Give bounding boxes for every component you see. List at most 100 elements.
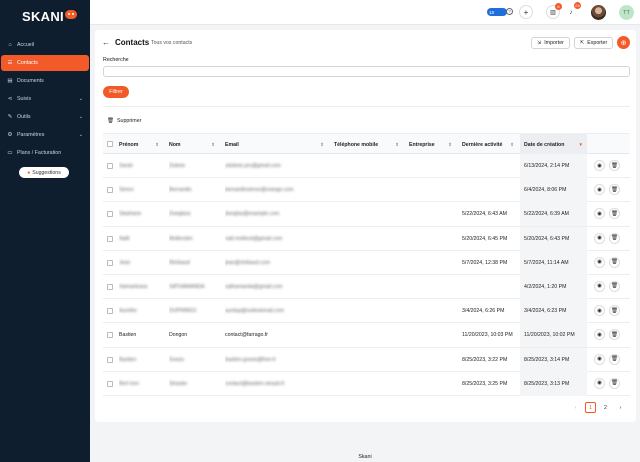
column-header-last-activity[interactable]: Dernière activité ⇕: [458, 134, 518, 155]
row-checkbox[interactable]: [107, 308, 113, 315]
view-eye-icon[interactable]: ◉: [594, 232, 605, 244]
delete-button[interactable]: 🗑 Supprimer: [107, 118, 141, 124]
filter-button[interactable]: Filtrer: [103, 86, 129, 98]
pagination-next-icon[interactable]: ›: [615, 402, 626, 413]
table-row[interactable]: Hamantrasa SATHAMANDA sathamanda@gmail.com…: [103, 274, 630, 300]
help-icon[interactable]: ?: [506, 8, 513, 15]
credits-pill[interactable]: 18 ?: [487, 8, 513, 16]
cell-mobile-phone: [334, 348, 407, 372]
import-button[interactable]: ⇲ Importer: [531, 37, 570, 49]
table-body: Sarah Dubois sdubois.pro@gmail.com 6/13/202…: [103, 154, 630, 396]
column-header-created-date[interactable]: Date de création ▼: [520, 134, 587, 155]
view-eye-icon[interactable]: ◉: [594, 280, 605, 292]
select-all-checkbox[interactable]: [107, 141, 113, 147]
notifications-button[interactable]: ♪ 24: [564, 2, 581, 19]
column-header-mobile-phone[interactable]: Téléphone mobile ⇕: [330, 134, 403, 155]
account-avatar[interactable]: TT: [619, 5, 634, 20]
row-checkbox[interactable]: [107, 187, 113, 194]
table-row[interactable]: Stephane Doeglass doeglas@example.com 5/22/…: [103, 202, 630, 227]
add-button[interactable]: +: [519, 5, 533, 19]
user-avatar[interactable]: [591, 5, 606, 20]
column-header-company[interactable]: Entreprise ⇕: [405, 134, 456, 155]
view-eye-icon[interactable]: ◉: [594, 353, 605, 365]
row-checkbox[interactable]: [107, 163, 113, 169]
tasks-button[interactable]: ▥ 6: [546, 3, 562, 19]
view-eye-icon[interactable]: ◉: [594, 184, 605, 196]
sidebar-item-paramètres[interactable]: ⚙ Paramètres ⌄: [1, 127, 89, 143]
column-header-first-name[interactable]: Prénom ⇕: [115, 134, 163, 155]
cell-last-activity: 5/22/2024, 6:43 AM: [462, 202, 522, 226]
cell-email: sdubois.pro@gmail.com: [225, 154, 332, 178]
table-row[interactable]: Sarah Dubois sdubois.pro@gmail.com 6/13/202…: [103, 154, 630, 179]
row-checkbox[interactable]: [107, 356, 113, 363]
view-eye-icon[interactable]: ◉: [594, 160, 605, 171]
pagination-page[interactable]: 2: [600, 402, 611, 413]
cell-value: aurdup@outlookmail.com: [225, 308, 284, 315]
delete-trash-icon[interactable]: 🗑: [609, 280, 620, 292]
sort-icon[interactable]: ⇕: [155, 142, 159, 148]
sort-icon[interactable]: ⇕: [320, 142, 324, 148]
column-header-label: Nom: [169, 141, 181, 148]
cell-last-activity: [462, 178, 522, 202]
delete-trash-icon[interactable]: 🗑: [609, 208, 620, 220]
column-header-email[interactable]: Email ⇕: [221, 134, 328, 155]
search-input[interactable]: [103, 66, 630, 77]
pagination-prev-icon[interactable]: ‹: [570, 402, 581, 413]
add-contact-button[interactable]: ⊕: [617, 36, 630, 49]
sidebar-item-suivis[interactable]: ⋖ Suivis ⌄: [1, 91, 89, 107]
delete-trash-icon[interactable]: 🗑: [609, 256, 620, 268]
contacts-table: Prénom ⇕ Nom ⇕ Email ⇕ Téléphone mobile ⇕ Entrep…: [103, 133, 630, 396]
view-eye-icon[interactable]: ◉: [594, 329, 605, 341]
view-eye-icon[interactable]: ◉: [594, 377, 605, 389]
delete-trash-icon[interactable]: 🗑: [609, 329, 620, 341]
sort-icon[interactable]: ⇕: [448, 142, 452, 148]
row-checkbox[interactable]: [107, 332, 113, 339]
view-eye-icon[interactable]: ◉: [594, 256, 605, 268]
cell-created-date: 8/25/2023, 3:13 PM: [520, 371, 587, 396]
row-checkbox[interactable]: [107, 235, 113, 242]
row-checkbox[interactable]: [107, 211, 113, 218]
table-row[interactable]: Bastien Gravis bastien.gravis@free.fr 8/25/…: [103, 347, 630, 372]
table-row[interactable]: Nallt Mollerstim natt.mollerst@gmail.com 5/…: [103, 226, 630, 251]
table-row[interactable]: Bastien Dongon contact@farrago.fr 11/20/202…: [103, 323, 630, 348]
cell-last-name: Doeglass: [169, 202, 223, 226]
row-checkbox[interactable]: [107, 380, 113, 387]
view-eye-icon[interactable]: ◉: [594, 208, 605, 220]
sidebar-item-plans-facturation[interactable]: ▭ Plans / Facturation: [1, 145, 89, 161]
delete-trash-icon[interactable]: 🗑: [609, 184, 620, 196]
brand-logo[interactable]: SKANI: [22, 9, 77, 24]
row-checkbox[interactable]: [107, 283, 113, 290]
sidebar-item-outils[interactable]: ✎ Outils ⌄: [1, 109, 89, 125]
table-row[interactable]: Aurelhe DUPRIREG aurdup@outlookmail.com 3/4…: [103, 299, 630, 324]
cell-email: doeglas@example.com: [225, 202, 332, 226]
delete-trash-icon[interactable]: 🗑: [609, 377, 620, 389]
cell-value: 4/2/2024, 1:20 PM: [524, 283, 567, 290]
cell-last-name: Mollerstim: [169, 227, 223, 251]
sort-icon[interactable]: ▼: [579, 142, 583, 147]
delete-trash-icon[interactable]: 🗑: [609, 160, 620, 171]
sidebar-item-label: Plans / Facturation: [17, 150, 62, 156]
delete-trash-icon[interactable]: 🗑: [609, 353, 620, 365]
delete-trash-icon[interactable]: 🗑: [609, 232, 620, 244]
sort-icon[interactable]: ⇕: [510, 142, 514, 148]
suggestions-button[interactable]: ● Suggestions: [19, 167, 69, 178]
sidebar-item-accueil[interactable]: ⌂ Accueil: [1, 37, 89, 53]
export-button[interactable]: ⇱ Exporter: [574, 37, 614, 49]
column-header-last-name[interactable]: Nom ⇕: [165, 134, 219, 155]
sort-icon[interactable]: ⇕: [395, 142, 399, 148]
table-row[interactable]: Simon Bernardin bernardinsimon@orange.com 6…: [103, 178, 630, 203]
back-arrow-icon[interactable]: ←: [102, 38, 110, 47]
plus-circle-icon: ⊕: [620, 39, 627, 47]
sidebar-item-documents[interactable]: ▤ Documents: [1, 73, 89, 89]
view-eye-icon[interactable]: ◉: [594, 305, 605, 317]
cell-value: bernardinsimon@orange.com: [225, 187, 294, 194]
table-row[interactable]: Jean Rimbaud jean@rimbaud.com 5/7/2024, 12:…: [103, 250, 630, 275]
sidebar-item-contacts[interactable]: ☰ Contacts: [1, 55, 89, 71]
row-checkbox[interactable]: [107, 259, 113, 266]
sort-icon[interactable]: ⇕: [211, 142, 215, 148]
sidebar-item-label: Contacts: [17, 60, 38, 66]
cell-last-name: Dubois: [169, 154, 223, 178]
table-row[interactable]: Bert Inre Straube contact@bastien-straub.f…: [103, 371, 630, 396]
pagination-page[interactable]: 1: [585, 402, 596, 413]
delete-trash-icon[interactable]: 🗑: [609, 305, 620, 317]
